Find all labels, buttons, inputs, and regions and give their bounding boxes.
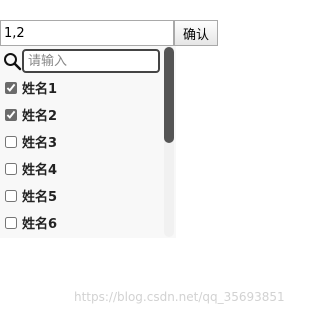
option-item[interactable]: 姓名1 bbox=[0, 74, 164, 101]
option-item[interactable]: 姓名6 bbox=[0, 209, 164, 236]
option-checkbox[interactable] bbox=[5, 135, 17, 148]
option-label: 姓名3 bbox=[22, 136, 58, 151]
watermark: https://blog.csdn.net/qq_35693851 bbox=[74, 290, 285, 304]
option-item[interactable]: 姓名4 bbox=[0, 155, 164, 182]
confirm-button[interactable]: 确认 bbox=[174, 20, 218, 46]
dropdown-panel: 姓名1 姓名2 姓名3 姓名4 姓名5 姓名6 bbox=[0, 46, 176, 238]
option-label: 姓名4 bbox=[22, 163, 58, 178]
option-checkbox[interactable] bbox=[5, 81, 17, 94]
option-label: 姓名6 bbox=[22, 217, 58, 232]
search-icon bbox=[4, 53, 22, 71]
scrollbar-track[interactable] bbox=[164, 46, 174, 237]
option-checkbox[interactable] bbox=[5, 216, 17, 229]
option-item[interactable]: 姓名2 bbox=[0, 101, 164, 128]
option-checkbox[interactable] bbox=[5, 108, 17, 121]
selected-values-input[interactable] bbox=[0, 20, 174, 46]
option-label: 姓名5 bbox=[22, 190, 58, 205]
option-item[interactable]: 姓名3 bbox=[0, 128, 164, 155]
option-checkbox[interactable] bbox=[5, 162, 17, 175]
option-checkbox[interactable] bbox=[5, 189, 17, 202]
option-list: 姓名1 姓名2 姓名3 姓名4 姓名5 姓名6 bbox=[0, 74, 164, 236]
scrollbar-thumb[interactable] bbox=[164, 47, 174, 143]
search-input[interactable] bbox=[22, 49, 160, 73]
option-label: 姓名1 bbox=[22, 82, 58, 97]
option-label: 姓名2 bbox=[22, 109, 58, 124]
option-item[interactable]: 姓名5 bbox=[0, 182, 164, 209]
